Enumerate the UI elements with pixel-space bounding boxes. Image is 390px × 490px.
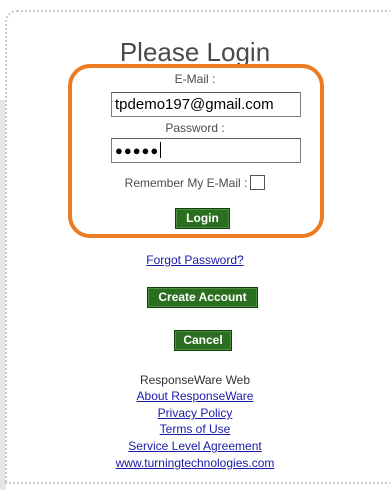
about-link[interactable]: About ResponseWare xyxy=(0,389,390,403)
forgot-password-link[interactable]: Forgot Password? xyxy=(0,253,390,267)
terms-of-use-link[interactable]: Terms of Use xyxy=(0,422,390,436)
privacy-policy-link[interactable]: Privacy Policy xyxy=(0,406,390,420)
sla-link[interactable]: Service Level Agreement xyxy=(0,439,390,453)
cancel-button[interactable]: Cancel xyxy=(174,330,232,351)
product-name: ResponseWare Web xyxy=(139,373,251,387)
create-account-button[interactable]: Create Account xyxy=(147,287,258,308)
highlight-box xyxy=(68,64,324,238)
website-link[interactable]: www.turningtechnologies.com xyxy=(0,456,390,470)
page-title: Please Login xyxy=(119,37,271,67)
